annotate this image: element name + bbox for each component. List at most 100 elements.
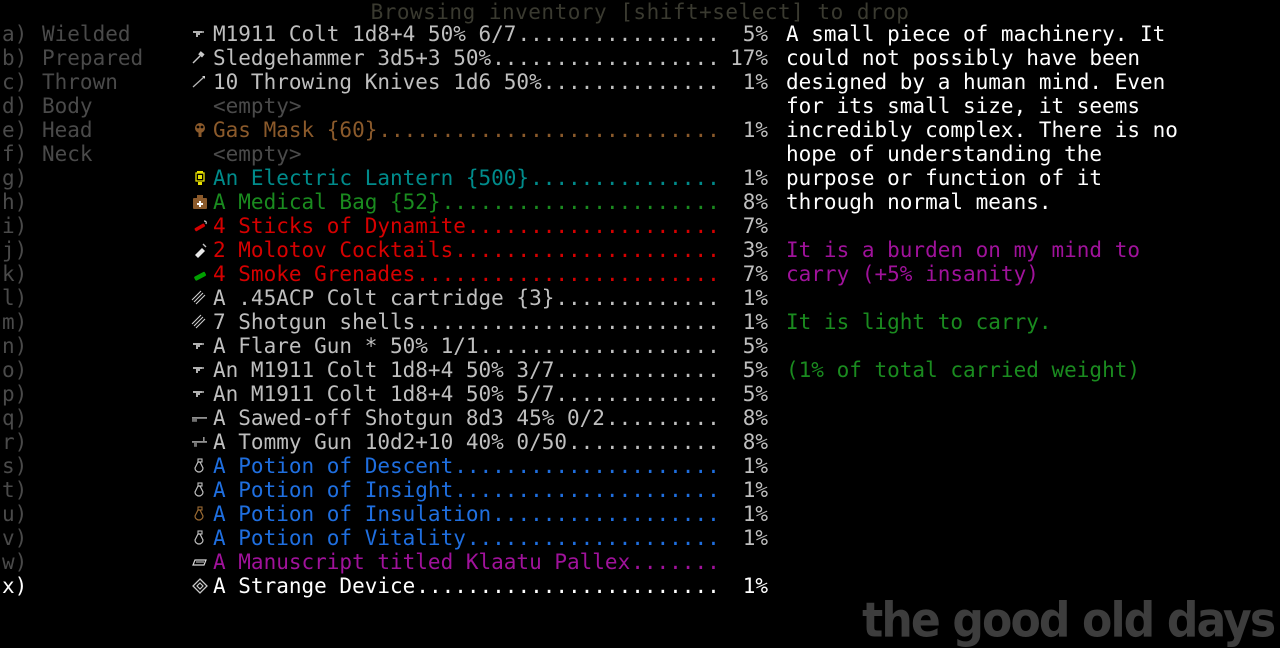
inventory-row[interactable]: h) A Medical Bag {52}....................…	[0, 190, 776, 214]
inventory-row-weight-percent: 1%	[742, 286, 768, 310]
page-title: Browsing inventory [shift+select] to dro…	[370, 0, 910, 24]
inventory-row-leader: ........................................…	[517, 22, 719, 46]
inventory-row-leader: ........................................…	[631, 550, 719, 574]
inventory-row-leader: ........................................…	[568, 430, 719, 454]
description-light-text: It is light to carry.	[786, 310, 1052, 334]
inventory-row-label: A Manuscript titled Klaatu Pallex	[213, 550, 631, 574]
game-screen: Browsing inventory [shift+select] to dro…	[0, 0, 1280, 648]
description-text: A small piece of machinery. It could not…	[786, 22, 1178, 214]
knife-icon	[187, 70, 213, 94]
inventory-row-label: An M1911 Colt 1d8+4 50% 5/7	[213, 382, 555, 406]
inventory-list[interactable]: a) Wielded M1911 Colt 1d8+4 50% 6/7.......…	[0, 22, 776, 598]
inventory-row[interactable]: m) 7 Shotgun shells......................…	[0, 310, 776, 334]
inventory-row[interactable]: d) Body <empty>	[0, 94, 776, 118]
inventory-row-key: e)	[2, 118, 28, 142]
lantern-icon	[187, 166, 213, 190]
inventory-row-label: A Potion of Insulation	[213, 502, 492, 526]
inventory-row-key: l)	[2, 286, 28, 310]
medbag-icon	[187, 190, 213, 214]
inventory-row[interactable]: i) 4 Sticks of Dynamite..................…	[0, 214, 776, 238]
inventory-row[interactable]: c) Thrown 10 Throwing Knives 1d6 50%......…	[0, 70, 776, 94]
inventory-row[interactable]: q) A Sawed-off Shotgun 8d3 45% 0/2.......…	[0, 406, 776, 430]
inventory-row[interactable]: u) A Potion of Insulation................…	[0, 502, 776, 526]
inventory-row[interactable]: r) A Tommy Gun 10d2+10 40% 0/50..........…	[0, 430, 776, 454]
inventory-row[interactable]: f) Neck <empty>	[0, 142, 776, 166]
inventory-row-key: m)	[2, 310, 28, 334]
inventory-row-weight-percent: 17%	[730, 46, 768, 70]
inventory-row-slot: Neck	[42, 142, 93, 166]
inventory-row-weight-percent: 1%	[742, 310, 768, 334]
grenade-icon	[187, 262, 213, 286]
inventory-row[interactable]: n) A Flare Gun * 50% 1/1.................…	[0, 334, 776, 358]
inventory-row-key: x)	[2, 574, 28, 598]
inventory-row-label: Sledgehammer 3d5+3 50%	[213, 46, 492, 70]
inventory-row-key: f)	[2, 142, 28, 166]
inventory-row-label: 4 Smoke Grenades	[213, 262, 416, 286]
inventory-row-key: i)	[2, 214, 28, 238]
inventory-row-key: r)	[2, 430, 28, 454]
inventory-row-weight-percent: 1%	[742, 574, 768, 598]
inventory-row-leader: ........................................…	[492, 502, 719, 526]
description-burden-text: It is a burden on my mind to carry (+5% …	[786, 238, 1141, 286]
inventory-row-leader: ........................................…	[605, 406, 719, 430]
inventory-row-label: 10 Throwing Knives 1d6 50%	[213, 70, 542, 94]
inventory-row[interactable]: w) A Manuscript titled Klaatu Pallex.....…	[0, 550, 776, 574]
inventory-row-slot: Thrown	[42, 70, 118, 94]
inventory-row-weight-percent: 8%	[742, 430, 768, 454]
pistol-icon	[187, 334, 213, 358]
inventory-row[interactable]: j) 2 Molotov Cocktails...................…	[0, 238, 776, 262]
inventory-row-slot: Head	[42, 118, 93, 142]
potion-brown-icon	[187, 502, 213, 526]
inventory-row-leader: ........................................…	[542, 70, 719, 94]
inventory-row-key: h)	[2, 190, 28, 214]
inventory-row-key: c)	[2, 70, 28, 94]
inventory-row-label: 2 Molotov Cocktails	[213, 238, 454, 262]
inventory-row-label: Gas Mask {60}	[213, 118, 378, 142]
inventory-row[interactable]: e) Head Gas Mask {60}.....................…	[0, 118, 776, 142]
inventory-row-weight-percent: 5%	[742, 22, 768, 46]
potion-icon	[187, 454, 213, 478]
inventory-row[interactable]: s) A Potion of Descent...................…	[0, 454, 776, 478]
inventory-row[interactable]: g) An Electric Lantern {500}.............…	[0, 166, 776, 190]
inventory-row-weight-percent: 1%	[742, 166, 768, 190]
inventory-row-key: j)	[2, 238, 28, 262]
inventory-row-leader: ........................................…	[479, 334, 719, 358]
inventory-row-leader: ........................................…	[466, 526, 719, 550]
inventory-row[interactable]: a) Wielded M1911 Colt 1d8+4 50% 6/7.......…	[0, 22, 776, 46]
inventory-row-weight-percent: 5%	[742, 334, 768, 358]
inventory-row-key: t)	[2, 478, 28, 502]
inventory-row-leader: ........................................…	[454, 238, 719, 262]
inventory-row-weight-percent: 3%	[742, 238, 768, 262]
inventory-row-key: n)	[2, 334, 28, 358]
inventory-row-label: A Potion of Descent	[213, 454, 454, 478]
inventory-row-slot: Wielded	[42, 22, 131, 46]
inventory-row-weight-percent: 1%	[742, 478, 768, 502]
pistol-icon	[187, 22, 213, 46]
inventory-row-weight-percent: 7%	[742, 262, 768, 286]
inventory-row[interactable]: v) A Potion of Vitality..................…	[0, 526, 776, 550]
inventory-row[interactable]: l) A .45ACP Colt cartridge {3}...........…	[0, 286, 776, 310]
inventory-row-label: A .45ACP Colt cartridge {3}	[213, 286, 555, 310]
inventory-row-leader: ........................................…	[466, 214, 719, 238]
inventory-row[interactable]: o) An M1911 Colt 1d8+4 50% 3/7...........…	[0, 358, 776, 382]
inventory-row-key: w)	[2, 550, 28, 574]
inventory-row[interactable]: p) An M1911 Colt 1d8+4 50% 5/7...........…	[0, 382, 776, 406]
inventory-row[interactable]: k) 4 Smoke Grenades......................…	[0, 262, 776, 286]
inventory-row-label: A Tommy Gun 10d2+10 40% 0/50	[213, 430, 568, 454]
sledgehammer-icon	[187, 46, 213, 70]
inventory-row-key: v)	[2, 526, 28, 550]
pistol-icon	[187, 382, 213, 406]
inventory-row-key: q)	[2, 406, 28, 430]
watermark-logo: the good old days	[861, 591, 1276, 648]
inventory-row-leader: ........................................…	[441, 190, 719, 214]
tommygun-icon	[187, 430, 213, 454]
inventory-row-key: o)	[2, 358, 28, 382]
potion-icon	[187, 526, 213, 550]
inventory-row[interactable]: x) A Strange Device......................…	[0, 574, 776, 598]
inventory-row-label: <empty>	[213, 94, 302, 118]
inventory-row-weight-percent: 1%	[742, 526, 768, 550]
shotgun-icon	[187, 406, 213, 430]
inventory-row[interactable]: b) Prepared Sledgehammer 3d5+3 50%........…	[0, 46, 776, 70]
inventory-row[interactable]: t) A Potion of Insight...................…	[0, 478, 776, 502]
inventory-row-leader: ........................................…	[555, 286, 719, 310]
